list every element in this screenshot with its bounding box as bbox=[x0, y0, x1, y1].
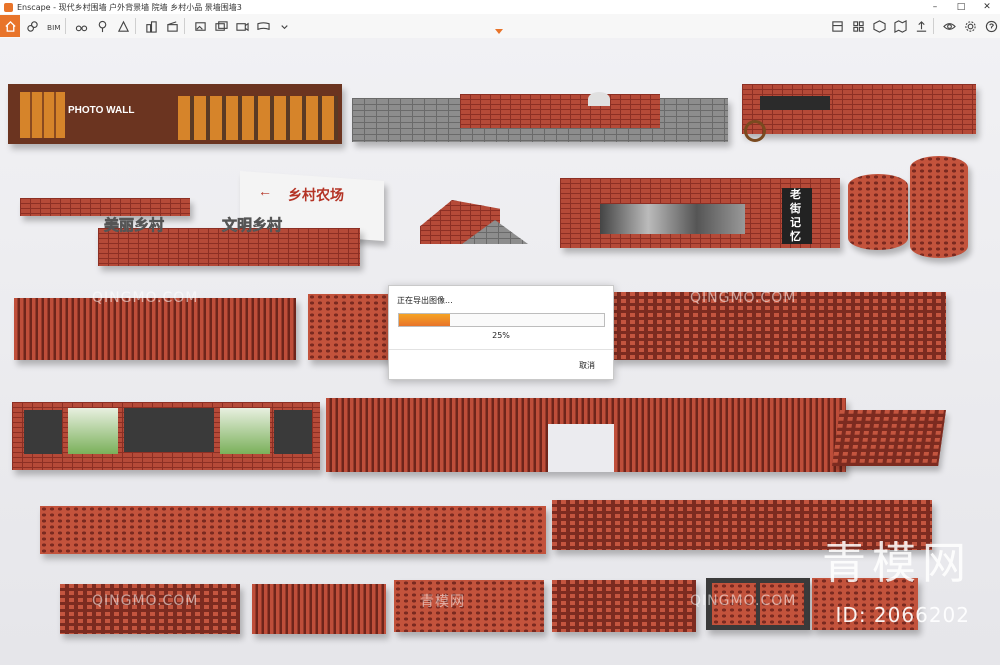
toolbar-divider bbox=[184, 18, 185, 34]
minimize-button[interactable]: – bbox=[922, 0, 948, 14]
home-button[interactable] bbox=[0, 15, 20, 37]
chevron-down-icon bbox=[280, 24, 288, 29]
progress-bar-fill bbox=[399, 314, 451, 326]
panorama-icon bbox=[256, 21, 270, 30]
model-id-label: ID: 2066202 bbox=[835, 603, 970, 627]
wall-ornament bbox=[588, 92, 610, 106]
photo-wall-frames-right bbox=[178, 96, 338, 140]
material-button[interactable] bbox=[114, 17, 132, 35]
collapse-toolbar-icon[interactable] bbox=[495, 29, 503, 35]
lattice-panel-left bbox=[24, 410, 62, 454]
brick-cylinder-short bbox=[848, 174, 908, 250]
window-title: Enscape - 现代乡村围墙 户外背景墙 院墙 乡村小品 景墙围墙3 bbox=[17, 2, 242, 12]
civilized-village-sign: 文明乡村 bbox=[222, 217, 283, 235]
link-button[interactable] bbox=[23, 17, 41, 35]
farm-sign-text: 乡村农场 bbox=[288, 187, 344, 203]
progress-bar bbox=[398, 313, 605, 327]
big-watermark: 青模网 bbox=[822, 538, 972, 589]
upload-button[interactable] bbox=[912, 17, 930, 35]
cube-icon bbox=[872, 19, 886, 33]
clapper-button[interactable] bbox=[163, 17, 181, 35]
grid-icon bbox=[852, 20, 864, 32]
wall-black-panel bbox=[760, 96, 830, 110]
visibility-button[interactable] bbox=[940, 17, 958, 35]
watermark-text: QINGMO.COM bbox=[690, 593, 797, 609]
dialog-title: 正在导出图像... bbox=[397, 296, 453, 305]
cancel-button[interactable]: 取消 bbox=[579, 360, 595, 371]
help-button[interactable] bbox=[982, 17, 1000, 35]
grid-button[interactable] bbox=[849, 17, 867, 35]
enscape-logo-icon bbox=[4, 2, 13, 12]
brick-panel-3 bbox=[394, 580, 544, 632]
gear-icon bbox=[964, 20, 976, 32]
small-brick-lattice-panel bbox=[832, 410, 946, 466]
map-icon bbox=[893, 19, 907, 33]
cart-wheel bbox=[744, 120, 766, 142]
link-icon bbox=[26, 20, 38, 32]
dialog-divider bbox=[389, 349, 613, 350]
photo-wall-frames-left bbox=[20, 92, 65, 138]
views-icon bbox=[831, 20, 843, 32]
vertical-slat-brick-wall bbox=[14, 298, 296, 360]
material-icon bbox=[117, 20, 129, 32]
image-export-icon bbox=[194, 21, 206, 31]
lattice-panel-right bbox=[274, 410, 312, 454]
upload-icon bbox=[916, 20, 926, 32]
export-progress-dialog: 正在导出图像... 25% 取消 bbox=[388, 285, 614, 380]
binoculars-button[interactable] bbox=[72, 17, 90, 35]
tree-icon bbox=[98, 20, 106, 32]
progress-percent: 25% bbox=[492, 331, 510, 340]
photo-wall-label: PHOTO WALL bbox=[68, 105, 135, 116]
asset-library-button[interactable] bbox=[93, 17, 111, 35]
settings-button[interactable] bbox=[961, 17, 979, 35]
panorama-button[interactable] bbox=[254, 17, 272, 35]
eye-icon bbox=[942, 22, 956, 30]
export-dropdown-button[interactable] bbox=[275, 17, 293, 35]
watermark-text: QINGMO.COM bbox=[690, 290, 797, 306]
toolbar-divider bbox=[933, 18, 934, 34]
bim-icon: BIM bbox=[47, 23, 60, 32]
watermark-text: 青模网 bbox=[420, 594, 465, 610]
brick-panel-4 bbox=[552, 580, 696, 632]
screenshot-button[interactable] bbox=[191, 17, 209, 35]
bim-button[interactable]: BIM bbox=[44, 17, 62, 35]
cube-button[interactable] bbox=[870, 17, 888, 35]
farm-sign-arrow: ← bbox=[258, 183, 272, 199]
views-button[interactable] bbox=[828, 17, 846, 35]
brick-panel-1 bbox=[60, 584, 240, 634]
brick-cylinder-tall bbox=[910, 156, 968, 258]
buildings-button[interactable] bbox=[142, 17, 160, 35]
beautiful-village-sign: 美丽乡村 bbox=[104, 217, 165, 235]
watermark-text: QINGMO.COM bbox=[92, 593, 199, 609]
close-button[interactable]: ✕ bbox=[974, 0, 1000, 14]
gate-opening bbox=[548, 424, 614, 472]
title-bar: Enscape - 现代乡村围墙 户外背景墙 院墙 乡村小品 景墙围墙3 – □… bbox=[0, 0, 1000, 14]
home-icon bbox=[4, 20, 16, 32]
street-sign-char-4: 忆 bbox=[790, 231, 801, 243]
maximize-button[interactable]: □ bbox=[948, 0, 974, 14]
stone-wall-brick-section bbox=[460, 94, 660, 128]
toolbar: BIM bbox=[0, 14, 1000, 39]
perforated-brick-wall bbox=[308, 294, 390, 360]
poster-board-left bbox=[68, 408, 118, 454]
toolbar-divider bbox=[135, 18, 136, 34]
buildings-icon bbox=[145, 20, 157, 33]
batch-render-button[interactable] bbox=[212, 17, 230, 35]
map-button[interactable] bbox=[891, 17, 909, 35]
long-lattice-wall-left bbox=[40, 506, 546, 554]
svg-text:BIM: BIM bbox=[47, 23, 60, 32]
brick-panel-2 bbox=[252, 584, 386, 634]
poster-board-right bbox=[220, 408, 270, 454]
help-icon bbox=[985, 20, 997, 32]
street-photo-mural bbox=[600, 204, 745, 234]
lattice-panel-center bbox=[124, 408, 214, 452]
binoculars-icon bbox=[75, 24, 87, 31]
toolbar-divider bbox=[65, 18, 66, 34]
video-export-button[interactable] bbox=[233, 17, 251, 35]
batch-icon bbox=[214, 20, 228, 31]
clapperboard-icon bbox=[166, 20, 178, 32]
video-icon bbox=[235, 22, 249, 31]
watermark-text: QINGMO.COM bbox=[92, 290, 199, 306]
